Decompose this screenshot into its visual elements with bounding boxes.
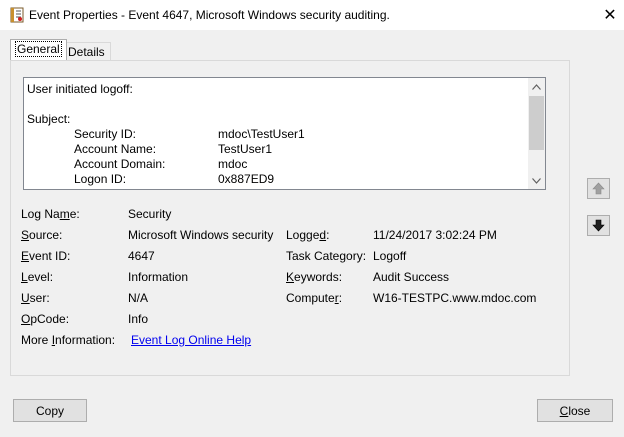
arrow-down-icon [592,219,605,232]
level-label: Level: [21,270,54,284]
event-log-online-help-link[interactable]: Event Log Online Help [131,333,251,347]
level-value: Information [128,270,189,284]
arrow-up-icon [592,182,605,195]
task-category-label: Task Category: [286,249,367,263]
window-title: Event Properties - Event 4647, Microsoft… [29,8,390,22]
event-id-label: Event ID: [21,249,71,263]
computer-value: W16-TESTPC.www.mdoc.com [373,291,537,305]
log-name-value: Security [128,207,172,221]
more-information-label: More Information: [21,333,116,347]
tab-general-label: General [15,41,62,57]
user-value: N/A [128,291,149,305]
logged-value: 11/24/2017 3:02:24 PM [373,228,497,242]
next-event-button[interactable] [587,215,610,236]
task-category-value: Logoff [373,249,407,263]
close-button-label: lose [568,403,591,418]
tab-details-label: Details [68,45,105,59]
opcode-value: Info [128,312,149,326]
description-line: User initiated logoff: [27,82,133,96]
tab-details[interactable]: Details [62,42,111,61]
security-id-key: Security ID: [74,127,137,141]
logon-id-key: Logon ID: [74,172,127,186]
close-button[interactable]: Close [537,399,613,422]
scroll-up-icon[interactable] [528,78,545,95]
user-label: User: [21,291,50,305]
tab-general[interactable]: General [10,39,67,60]
logon-id-value: 0x887ED9 [218,172,275,186]
account-domain-key: Account Domain: [74,157,166,171]
source-label: Source: [21,228,63,242]
previous-event-button[interactable] [587,178,610,199]
log-name-label: Log Name: [21,207,80,221]
title-bar: Event Properties - Event 4647, Microsoft… [0,0,624,30]
scroll-thumb[interactable] [529,96,544,150]
security-id-value: mdoc\TestUser1 [218,127,305,141]
copy-button[interactable]: Copy [13,399,87,422]
keywords-value: Audit Success [373,270,450,284]
computer-label: Computer: [286,291,343,305]
account-name-value: TestUser1 [218,142,273,156]
account-name-key: Account Name: [74,142,157,156]
description-scrollbar[interactable] [528,78,545,189]
source-value: Microsoft Windows security [128,228,274,242]
close-icon[interactable]: ✕ [596,0,624,30]
keywords-label: Keywords: [286,270,343,284]
event-log-icon [10,7,24,23]
logged-label: Logged: [286,228,330,242]
account-domain-value: mdoc [218,157,248,171]
event-description-box[interactable]: User initiated logoff: Subject: Security… [23,77,546,190]
opcode-label: OpCode: [21,312,70,326]
event-id-value: 4647 [128,249,155,263]
scroll-down-icon[interactable] [528,172,545,189]
subject-label: Subject: [27,112,71,126]
